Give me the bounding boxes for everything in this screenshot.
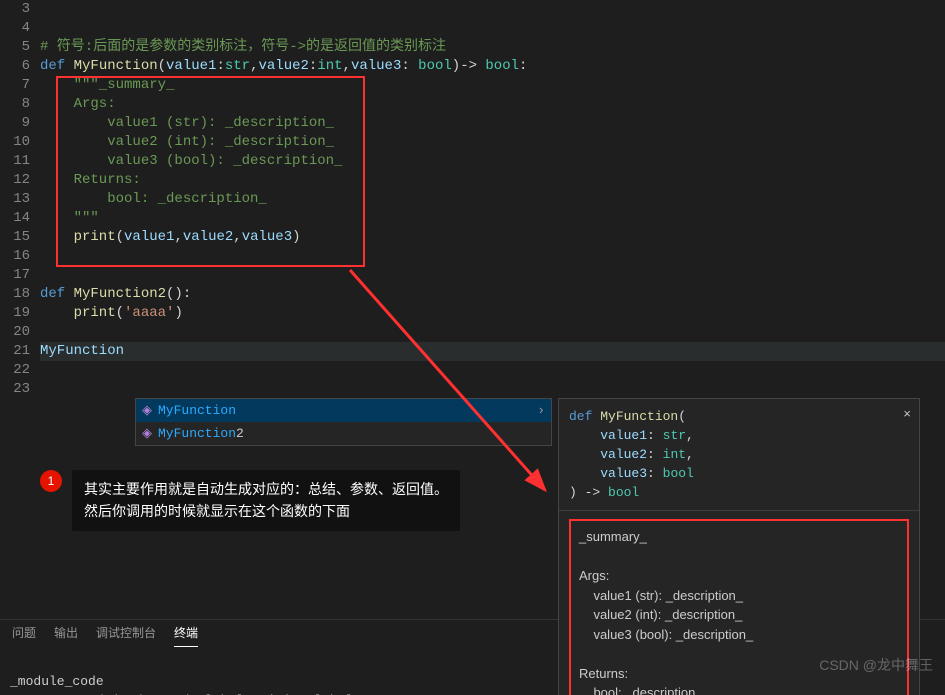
intellisense-suggest[interactable]: ◈ MyFunction › ◈ MyFunction2	[135, 398, 552, 446]
suggest-item-myfunction2[interactable]: ◈ MyFunction2	[136, 422, 551, 445]
close-icon[interactable]: ×	[903, 405, 911, 424]
callout-number-badge: 1	[40, 470, 62, 492]
watermark: CSDN @龙中舞王	[819, 656, 933, 675]
annotation-callout: 1 其实主要作用就是自动生成对应的：总结、参数、返回值。 然后你调用的时候就显示…	[40, 470, 460, 531]
tab-problems[interactable]: 问题	[12, 624, 36, 647]
tab-output[interactable]: 输出	[54, 624, 78, 647]
typed-identifier[interactable]: MyFunction	[40, 343, 124, 359]
symbol-method-icon: ◈	[142, 424, 152, 443]
suggest-item-myfunction[interactable]: ◈ MyFunction ›	[136, 399, 551, 422]
tab-terminal[interactable]: 终端	[174, 624, 198, 647]
signature-help-popup: × def MyFunction( value1: str, value2: i…	[558, 398, 920, 695]
line-gutter: 34567891011121314151617181920212223	[0, 0, 40, 580]
comment: # 符号:后面的是参数的类别标注，符号->的是返回值的类别标注	[40, 39, 446, 55]
tab-debug-console[interactable]: 调试控制台	[96, 624, 156, 647]
chevron-right-icon: ›	[537, 401, 545, 420]
symbol-method-icon: ◈	[142, 401, 152, 420]
